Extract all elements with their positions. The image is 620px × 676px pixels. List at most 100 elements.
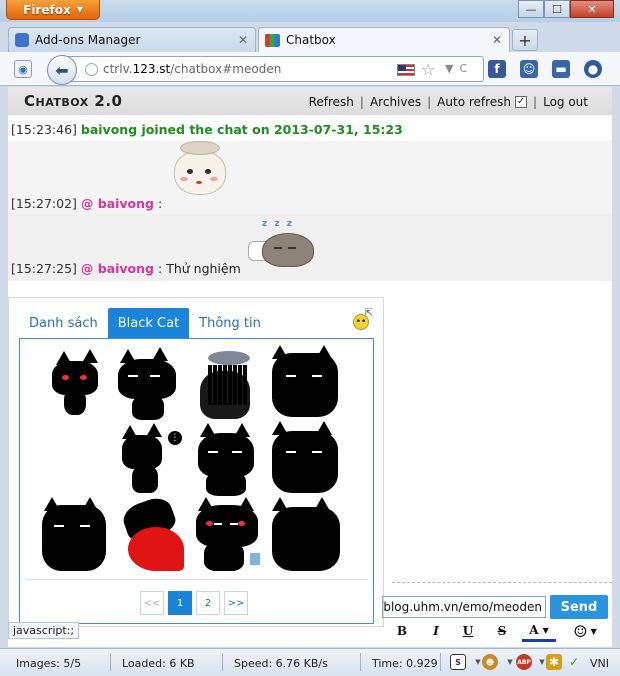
- sticker-item[interactable]: [270, 345, 345, 420]
- tab-addons-manager[interactable]: Add-ons Manager ✕: [8, 27, 256, 52]
- url-bar[interactable]: ⬅ ctrlv.123.st/chatbox#meoden ☆ ▼ C: [47, 55, 484, 85]
- sticker-grid-box: ⋮ << 1 2 >>: [19, 338, 374, 624]
- tab-close-icon[interactable]: ✕: [238, 33, 248, 47]
- sticker-item[interactable]: [270, 421, 345, 496]
- sticker-tabs: Danh sách Black Cat Thông tin: [19, 308, 271, 338]
- chatbox-header: Chatbox 2.0 Refresh | Archives | Auto re…: [8, 87, 612, 115]
- tab-chatbox[interactable]: Chatbox ✕: [258, 27, 510, 52]
- auto-refresh-label: Auto refresh: [437, 95, 512, 109]
- archives-link[interactable]: Archives: [370, 95, 421, 109]
- smiley-icon: ☺: [573, 621, 588, 641]
- expand-icon[interactable]: ⇱: [365, 308, 373, 319]
- system-message: baivong joined the chat on 2013-07-31, 1…: [80, 122, 403, 137]
- message-colon: :: [157, 261, 163, 276]
- title-bar: Firefox ▼ — ☐ ✕: [0, 0, 620, 22]
- minimize-button[interactable]: —: [518, 0, 544, 18]
- navigation-bar: ◉ ⬅ ctrlv.123.st/chatbox#meoden ☆ ▼ C f ☺…: [0, 52, 620, 86]
- reload-icon: C: [459, 62, 468, 75]
- url-text[interactable]: ctrlv.123.st/chatbox#meoden: [103, 62, 281, 76]
- sticker-panel: Danh sách Black Cat Thông tin •• ⇱ ⋮ << …: [8, 297, 384, 627]
- pager-page-1[interactable]: 1: [168, 591, 192, 615]
- sleeping-cat-sticker-icon: z z z: [248, 219, 318, 275]
- tab-thong-tin[interactable]: Thông tin: [189, 308, 271, 338]
- chat-icon[interactable]: ▬: [552, 60, 570, 78]
- ime-indicator[interactable]: VNI: [590, 657, 609, 670]
- sticker-item[interactable]: [194, 421, 269, 496]
- s-icon[interactable]: S: [450, 654, 466, 670]
- bold-button[interactable]: B: [392, 620, 412, 642]
- message-text: Thử nghiệm: [166, 261, 241, 276]
- url-dropdown-icon[interactable]: ▼ C: [445, 62, 467, 75]
- pager-first[interactable]: <<: [140, 591, 164, 615]
- pager-page-2[interactable]: 2: [196, 591, 220, 615]
- send-button[interactable]: Send: [550, 595, 608, 619]
- refresh-link[interactable]: Refresh: [309, 95, 354, 109]
- chat-message: [15:23:46] baivong joined the chat on 20…: [8, 118, 612, 140]
- flag-icon[interactable]: [397, 64, 415, 76]
- message-time: [15:27:25]: [11, 261, 77, 276]
- dropdown-arrow-icon: ▼: [76, 5, 83, 14]
- checkmark-icon[interactable]: ✓: [566, 654, 582, 670]
- divider: [26, 579, 368, 580]
- tab-label: Chatbox: [286, 33, 336, 47]
- sticker-item[interactable]: [118, 497, 193, 572]
- underline-button[interactable]: U: [458, 620, 478, 642]
- chatbox-links: Refresh | Archives | Auto refresh ✓ | Lo…: [308, 95, 588, 109]
- new-tab-button[interactable]: +: [512, 29, 538, 51]
- close-button[interactable]: ✕: [570, 0, 614, 18]
- cat-sticker-icon: [166, 141, 234, 203]
- font-color-button[interactable]: A ▼: [522, 620, 556, 642]
- books-icon: [265, 33, 280, 47]
- message-nick[interactable]: @ baivong: [81, 196, 154, 211]
- gear-icon[interactable]: ✱: [546, 654, 562, 670]
- sticker-item[interactable]: [42, 497, 117, 572]
- sticker-item[interactable]: [42, 345, 117, 420]
- status-loaded: Loaded: 6 KB: [122, 657, 195, 670]
- sticker-item[interactable]: [118, 345, 193, 420]
- maximize-button[interactable]: ☐: [544, 0, 570, 18]
- input-divider: [392, 582, 612, 583]
- rss-icon[interactable]: ◉: [14, 60, 32, 78]
- back-arrow-icon: ⬅: [55, 60, 69, 80]
- window-controls: — ☐ ✕: [518, 0, 614, 18]
- tab-black-cat[interactable]: Black Cat: [107, 308, 190, 338]
- sticker-item[interactable]: [194, 497, 269, 572]
- sticker-item[interactable]: [42, 421, 117, 496]
- tab-close-icon[interactable]: ✕: [492, 33, 502, 47]
- dropdown-arrow-icon: ▼: [590, 626, 597, 636]
- chat-message: [15:27:02] @ baivong :: [8, 141, 612, 215]
- message-nick[interactable]: @ baivong: [81, 261, 154, 276]
- message-time: [15:27:02]: [11, 196, 77, 211]
- status-time: Time: 0.929: [372, 657, 438, 670]
- tab-bar: Add-ons Manager ✕ Chatbox ✕ +: [0, 22, 620, 52]
- bookmark-star-icon[interactable]: ☆: [421, 60, 435, 79]
- italic-button[interactable]: I: [426, 620, 446, 642]
- back-button[interactable]: ⬅: [47, 55, 77, 85]
- sticker-item[interactable]: ⋮: [118, 421, 193, 496]
- site-identity-icon[interactable]: [85, 63, 98, 76]
- message-time: [15:23:46]: [11, 122, 77, 137]
- firefox-menu-button[interactable]: Firefox ▼: [6, 0, 100, 20]
- status-speed: Speed: 6.76 KB/s: [234, 657, 328, 670]
- facebook-icon[interactable]: f: [488, 60, 506, 78]
- emoji-button[interactable]: ☺ ▼: [568, 620, 602, 642]
- sticker-pager: << 1 2 >>: [140, 591, 248, 615]
- message-colon: :: [157, 196, 163, 211]
- people-icon[interactable]: ☺: [520, 60, 538, 78]
- monkey-icon[interactable]: ☻: [482, 654, 498, 670]
- tab-danh-sach[interactable]: Danh sách: [19, 308, 108, 338]
- status-images: Images: 5/5: [16, 657, 82, 670]
- globe-icon[interactable]: ●: [584, 60, 602, 78]
- status-bar: Images: 5/5 Loaded: 6 KB Speed: 6.76 KB/…: [0, 648, 620, 676]
- strike-button[interactable]: S: [492, 620, 512, 642]
- chatbox-title: Chatbox 2.0: [24, 92, 123, 110]
- sticker-item[interactable]: [270, 497, 345, 572]
- chatbox-page: Chatbox 2.0 Refresh | Archives | Auto re…: [8, 87, 612, 647]
- link-status-tooltip: javascript:;: [8, 622, 80, 639]
- logout-link[interactable]: Log out: [543, 95, 588, 109]
- auto-refresh-checkbox[interactable]: ✓: [515, 96, 528, 108]
- pager-last[interactable]: >>: [224, 591, 248, 615]
- sticker-item[interactable]: [194, 345, 269, 420]
- message-input[interactable]: http://blog.uhm.vn/emo/meoden/: [382, 596, 546, 618]
- adblock-icon[interactable]: ABP: [516, 654, 532, 670]
